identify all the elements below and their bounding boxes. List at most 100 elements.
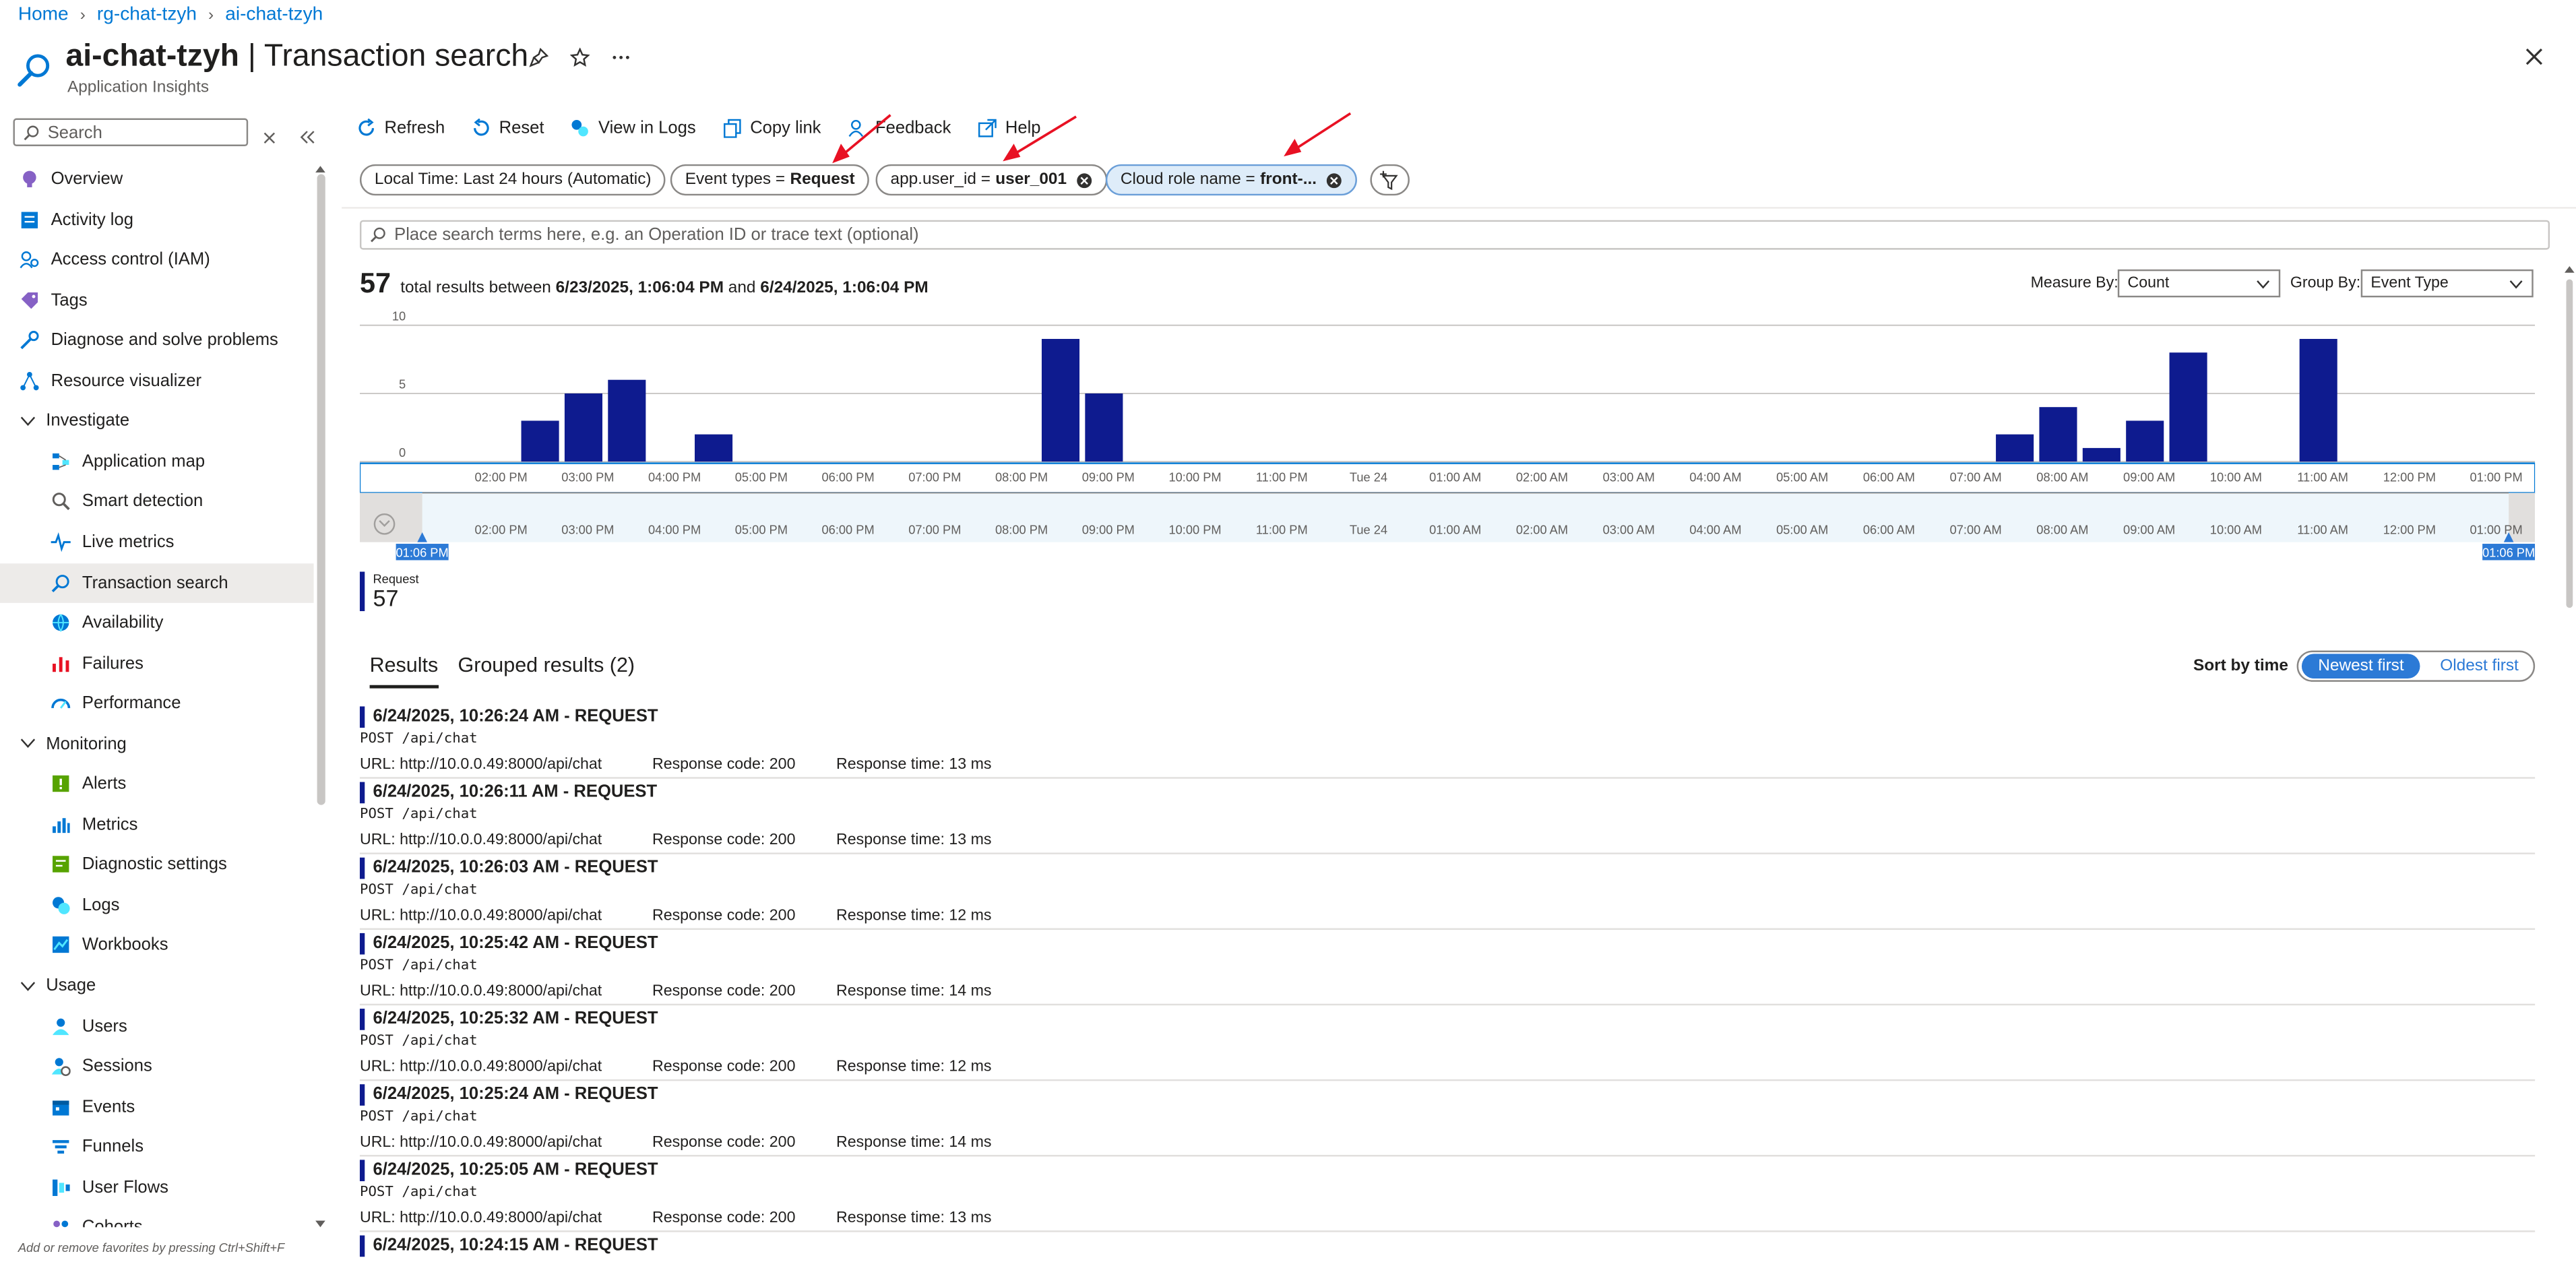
- result-title: 6/24/2025, 10:26:11 AM - REQUEST: [359, 782, 657, 804]
- result-response-time: Response time: 12 ms: [836, 906, 992, 925]
- navigator-tick-label: 01:00 PM: [2470, 522, 2523, 536]
- result-row[interactable]: 6/24/2025, 10:25:24 AM - REQUEST POST /ap…: [359, 1081, 2536, 1157]
- x-tick-label: 08:00 AM: [2036, 470, 2088, 484]
- chart-bar[interactable]: [2082, 447, 2121, 462]
- events-chart[interactable]: 10 5 0 02:00 PM 03:00 PM 04:00 PM 05:00 PM 06:0…: [359, 306, 2536, 562]
- result-title: 6/24/2025, 10:25:24 AM - REQUEST: [359, 1084, 658, 1106]
- tab-results[interactable]: Results: [369, 654, 439, 689]
- navigator-tick-label: 07:00 PM: [908, 522, 961, 536]
- results-summary-text: total results between: [400, 279, 551, 298]
- result-response-code: Response code: 200: [652, 1209, 796, 1228]
- result-row[interactable]: 6/24/2025, 10:25:32 AM - REQUEST POST /ap…: [359, 1005, 2536, 1081]
- x-tick-label: 09:00 AM: [2123, 470, 2175, 484]
- navigator-tick-label: 11:00 PM: [1256, 522, 1308, 536]
- result-response-time: Response time: 12 ms: [836, 1058, 992, 1077]
- chart-bar[interactable]: [608, 379, 646, 462]
- chart-bar[interactable]: [521, 420, 559, 462]
- legend-value: 57: [373, 584, 399, 612]
- results-tabs: Results Grouped results (2): [369, 654, 635, 689]
- chart-bar[interactable]: [1085, 393, 1123, 462]
- result-row[interactable]: 6/24/2025, 10:26:03 AM - REQUEST POST /ap…: [359, 854, 2536, 930]
- range-and: and: [728, 279, 756, 298]
- measure-by-dropdown[interactable]: Count: [2117, 269, 2281, 298]
- result-response-code: Response code: 200: [652, 755, 796, 774]
- range-from: 6/23/2025, 1:06:04 PM: [555, 279, 724, 298]
- navigator-tick-label: 03:00 AM: [1603, 522, 1655, 536]
- chart-legend[interactable]: Request 57: [359, 571, 419, 612]
- result-row[interactable]: 6/24/2025, 10:25:42 AM - REQUEST POST /ap…: [359, 930, 2536, 1006]
- result-response-code: Response code: 200: [652, 831, 796, 850]
- x-tick-label: 08:00 PM: [995, 470, 1048, 484]
- y-tick-label: 10: [392, 309, 406, 323]
- result-operation: POST /api/chat: [359, 882, 478, 899]
- chart-bar[interactable]: [1041, 339, 1080, 462]
- sort-toggle: Newest first Oldest first: [2296, 650, 2536, 682]
- navigator-tick-label: 08:00 AM: [2036, 522, 2088, 536]
- tab-grouped-results[interactable]: Grouped results (2): [458, 654, 635, 688]
- query-placeholder: Place search terms here, e.g. an Operati…: [394, 225, 919, 245]
- chart-bar[interactable]: [2039, 407, 2077, 462]
- result-operation: POST /api/chat: [359, 1184, 478, 1201]
- results-list: 6/24/2025, 10:26:24 AM - REQUEST POST /ap…: [359, 703, 2536, 1262]
- navigator-tick-label: Tue 24: [1350, 522, 1387, 536]
- result-title: 6/24/2025, 10:24:15 AM - REQUEST: [359, 1235, 658, 1257]
- results-summary: 57 total results between 6/23/2025, 1:06…: [360, 267, 929, 301]
- navigator-tick-label: 02:00 PM: [475, 522, 528, 536]
- x-tick-label: 05:00 AM: [1776, 470, 1828, 484]
- chart-bar[interactable]: [2126, 420, 2164, 462]
- chart-bar[interactable]: [1996, 434, 2034, 462]
- y-tick-label: 0: [399, 445, 406, 460]
- sort-oldest-button[interactable]: Oldest first: [2420, 657, 2519, 675]
- sort-newest-button[interactable]: Newest first: [2301, 654, 2421, 679]
- result-response-code: Response code: 200: [652, 982, 796, 1001]
- navigator-tick-label: 03:00 PM: [561, 522, 614, 536]
- result-response-time: Response time: 14 ms: [836, 982, 992, 1001]
- navigator-tick-label: 05:00 AM: [1776, 522, 1828, 536]
- result-operation: POST /api/chat: [359, 957, 478, 974]
- result-response-time: Response time: 13 ms: [836, 1209, 992, 1228]
- main-scrollbar[interactable]: [2565, 263, 2575, 624]
- x-tick-label: 10:00 PM: [1168, 470, 1221, 484]
- navigator-tick-label: 02:00 AM: [1516, 522, 1568, 536]
- chevron-down-icon: [2509, 279, 2523, 288]
- x-tick-label: 04:00 AM: [1689, 470, 1741, 484]
- result-title: 6/24/2025, 10:26:03 AM - REQUEST: [359, 857, 658, 879]
- result-row[interactable]: 6/24/2025, 10:24:15 AM - REQUEST: [359, 1232, 2535, 1262]
- group-by-dropdown[interactable]: Event Type: [2360, 269, 2534, 298]
- x-tick-label: 03:00 AM: [1603, 470, 1655, 484]
- result-operation: POST /api/chat: [359, 807, 478, 823]
- navigator-tick-label: 11:00 AM: [2297, 522, 2348, 536]
- result-response-time: Response time: 13 ms: [836, 755, 992, 774]
- result-response-code: Response code: 200: [652, 906, 796, 925]
- app-window: Home › rg-chat-tzyh › ai-chat-tzyh ai-ch…: [0, 0, 2576, 1262]
- query-search-input[interactable]: Place search terms here, e.g. an Operati…: [359, 220, 2550, 250]
- chart-bar[interactable]: [564, 393, 602, 462]
- chart-bar[interactable]: [695, 434, 733, 462]
- navigator-tick-label: 04:00 AM: [1689, 522, 1741, 536]
- result-url: URL: http://10.0.0.49:8000/api/chat: [359, 1133, 602, 1152]
- result-title: 6/24/2025, 10:26:24 AM - REQUEST: [359, 706, 658, 728]
- result-row[interactable]: 6/24/2025, 10:25:05 AM - REQUEST POST /ap…: [359, 1156, 2536, 1232]
- group-by-label: Group By:: [2290, 274, 2361, 292]
- navigator-tick-label: 08:00 PM: [995, 522, 1048, 536]
- result-response-code: Response code: 200: [652, 1133, 796, 1152]
- x-tick-label: 01:00 AM: [1429, 470, 1481, 484]
- result-operation: POST /api/chat: [359, 1108, 478, 1126]
- chart-bar[interactable]: [2299, 339, 2337, 462]
- result-row[interactable]: 6/24/2025, 10:26:24 AM - REQUEST POST /ap…: [359, 703, 2536, 779]
- measure-by-value: Count: [2127, 274, 2170, 292]
- brush-start-label: 01:06 PM: [396, 546, 449, 560]
- x-tick-label: 11:00 AM: [2297, 470, 2348, 484]
- x-tick-label: 06:00 AM: [1863, 470, 1915, 484]
- result-url: URL: http://10.0.0.49:8000/api/chat: [359, 1209, 602, 1228]
- result-url: URL: http://10.0.0.49:8000/api/chat: [359, 982, 602, 1001]
- x-tick-label: 06:00 PM: [822, 470, 875, 484]
- x-tick-label: 02:00 AM: [1516, 470, 1568, 484]
- navigator-tick-label: 06:00 AM: [1863, 522, 1915, 536]
- result-row[interactable]: 6/24/2025, 10:26:11 AM - REQUEST POST /ap…: [359, 779, 2536, 854]
- navigator-tick-label: 10:00 PM: [1168, 522, 1221, 536]
- chart-bar[interactable]: [2169, 352, 2207, 462]
- sort-label: Sort by time: [2193, 657, 2288, 676]
- result-title: 6/24/2025, 10:25:05 AM - REQUEST: [359, 1160, 658, 1182]
- x-tick-label: 03:00 PM: [561, 470, 614, 484]
